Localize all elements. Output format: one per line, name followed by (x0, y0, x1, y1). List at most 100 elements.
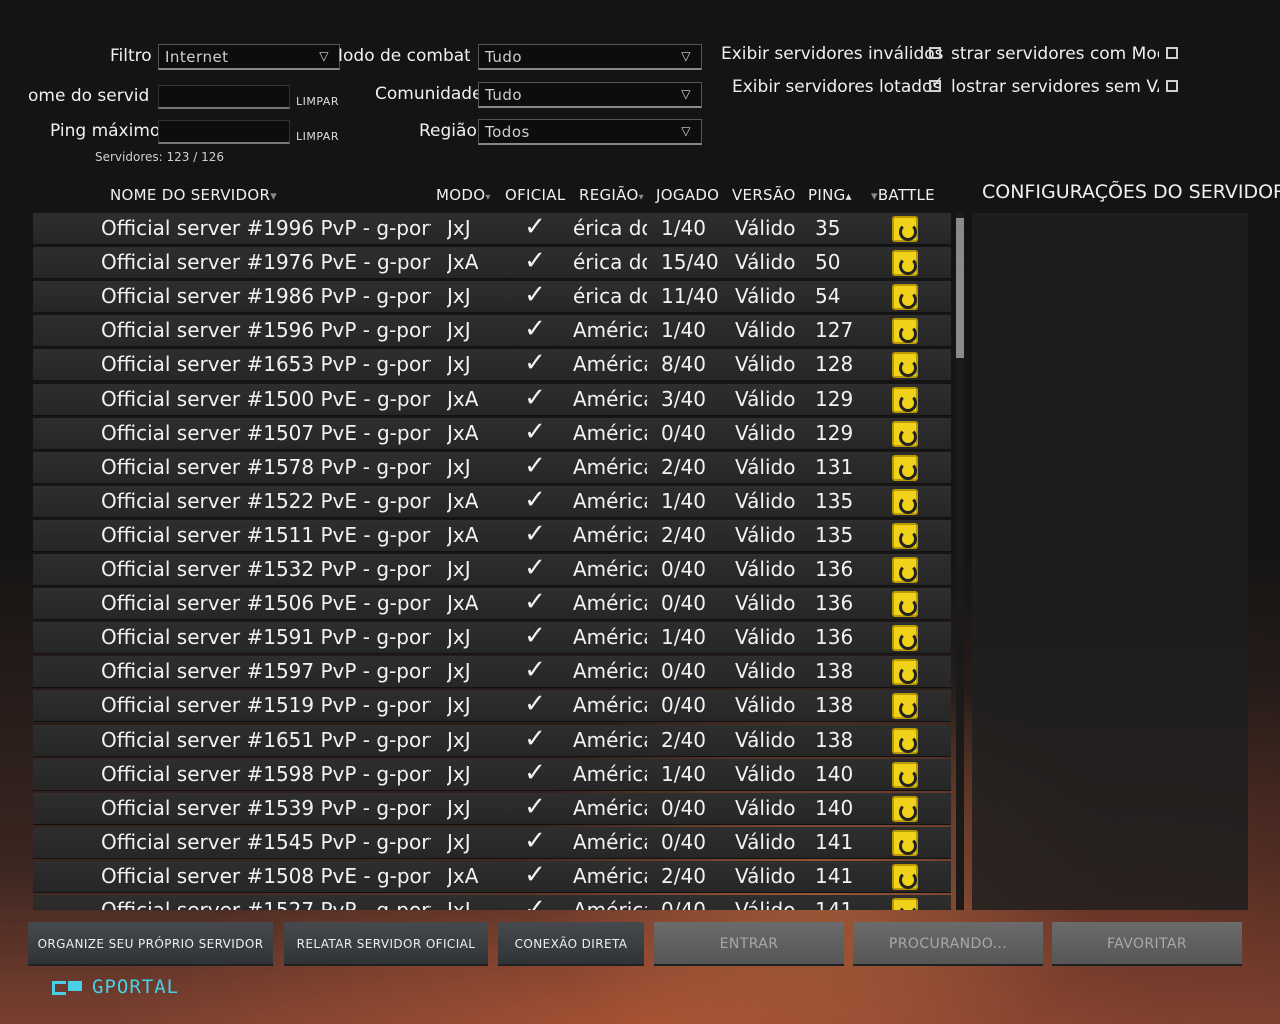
server-list[interactable]: Official server #1996 PvP - g-portal.us J… (33, 213, 963, 910)
battleye-icon (892, 863, 918, 890)
table-row[interactable]: Official server #1500 PvE - g-portal.us J… (33, 383, 951, 416)
server-name-cell: Official server #1996 PvP - g-portal.us (101, 216, 431, 240)
official-check-icon: ✓ (524, 348, 546, 379)
server-name-label: ome do servidor (28, 86, 150, 106)
table-row[interactable]: Official server #1511 PvE - g-portal.us J… (33, 519, 951, 552)
played-cell: 1/40 (661, 216, 706, 240)
mode-cell: JxJ (447, 557, 471, 581)
mode-cell: JxA (447, 488, 479, 513)
column-header-played[interactable]: JOGADO (656, 186, 719, 204)
column-header-battleye[interactable]: ▾BATTLE (871, 186, 943, 204)
max-ping-clear-button[interactable]: LIMPAR (296, 130, 339, 143)
server-name-cell: Official server #1522 PvE - g-portal.us (101, 488, 431, 513)
server-name-cell: Official server #1976 PvE - g-portal.us (101, 250, 431, 275)
column-header-ping[interactable]: PING▴ (808, 186, 852, 204)
version-cell: Válido (735, 420, 796, 445)
official-check-icon: ✓ (524, 689, 546, 720)
table-row[interactable]: Official server #1508 PvE - g-portal.us J… (33, 860, 951, 893)
region-cell: América (573, 795, 647, 820)
version-cell: Válido (735, 591, 796, 616)
server-name-input[interactable] (158, 85, 290, 109)
mode-cell: JxA (447, 250, 479, 275)
battleye-icon (892, 591, 918, 618)
table-row[interactable]: Official server #1519 PvP - g-portal.us J… (33, 689, 951, 723)
max-ping-label: Ping máximo (50, 121, 161, 141)
show-no-vac-checkbox[interactable] (1166, 80, 1178, 92)
version-cell: Válido (735, 659, 796, 684)
table-row[interactable]: Official server #1591 PvP - g-portal.us J… (33, 621, 951, 655)
table-row[interactable]: Official server #1976 PvE - g-portal.us J… (33, 246, 951, 280)
table-row[interactable]: Official server #1532 PvP - g-portal.us J… (33, 553, 951, 586)
battleye-icon (892, 693, 918, 720)
version-cell: Válido (735, 727, 796, 752)
version-cell: Válido (735, 386, 796, 411)
table-row[interactable]: Official server #1598 PvP - g-portal.us J… (33, 758, 951, 791)
join-button[interactable]: ENTRAR (654, 922, 844, 966)
region-cell: América (573, 522, 647, 547)
region-select[interactable]: Todos ▽ (478, 119, 702, 145)
table-row[interactable]: Official server #1539 PvP - g-portal.us J… (33, 792, 951, 825)
ping-cell: 138 (815, 693, 854, 718)
table-row[interactable]: Official server #1596 PvP - g-portal.us J… (33, 314, 951, 348)
official-check-icon: ✓ (524, 280, 546, 311)
table-row[interactable]: Official server #1507 PvE - g-portal.us J… (33, 417, 951, 450)
region-cell: América (573, 352, 647, 377)
region-label: Região (419, 121, 477, 141)
table-row[interactable]: Official server #1578 PvP - g-portal.us J… (33, 451, 951, 484)
direct-connect-button[interactable]: CONEXÃO DIRETA (498, 922, 644, 966)
favorite-button[interactable]: FAVORITAR (1052, 922, 1242, 966)
table-row[interactable]: Official server #1996 PvP - g-portal.us J… (33, 213, 951, 245)
table-row[interactable]: Official server #1597 PvP - g-portal.us J… (33, 655, 951, 689)
played-cell: 0/40 (661, 693, 706, 718)
server-name-clear-button[interactable]: LIMPAR (296, 95, 339, 108)
filter-select-value: Internet (165, 48, 229, 66)
ping-cell: 127 (815, 318, 854, 343)
table-row[interactable]: Official server #1545 PvP - g-portal.us J… (33, 825, 951, 859)
region-cell: América (573, 318, 647, 343)
version-cell: Válido (735, 557, 796, 581)
mode-cell: JxJ (447, 761, 471, 786)
server-name-cell: Official server #1986 PvP - g-portal.us (101, 284, 431, 309)
community-select[interactable]: Tudo ▽ (478, 82, 702, 108)
ping-cell: 141 (815, 863, 854, 888)
table-row[interactable]: Official server #1653 PvP - g-portal.us J… (33, 348, 951, 382)
ping-cell: 138 (815, 659, 854, 684)
region-cell: América (573, 488, 647, 513)
show-mods-checkbox[interactable] (1166, 47, 1178, 59)
chevron-down-icon: ▽ (681, 87, 691, 101)
combat-mode-label: Iodo de combate (338, 46, 470, 66)
show-full-checkbox[interactable]: ✓ (929, 75, 944, 92)
column-header-mode[interactable]: MODO▾ (436, 186, 491, 204)
table-row[interactable]: Official server #1651 PvP - g-portal.us J… (33, 724, 951, 757)
column-header-region[interactable]: REGIÃO▾ (579, 186, 644, 204)
chevron-down-icon: ▽ (681, 124, 691, 138)
host-server-button[interactable]: ORGANIZE SEU PRÓPRIO SERVIDOR (28, 922, 273, 966)
region-cell: América (573, 420, 647, 445)
filter-select[interactable]: Internet ▽ (158, 44, 340, 70)
table-row[interactable]: Official server #1506 PvE - g-portal.us J… (33, 587, 951, 621)
column-header-name[interactable]: NOME DO SERVIDOR▾ (110, 186, 277, 204)
mode-cell: JxA (447, 420, 479, 445)
played-cell: 1/40 (661, 318, 706, 343)
max-ping-input[interactable] (158, 120, 290, 144)
official-check-icon: ✓ (524, 825, 546, 856)
gportal-logo-mark (68, 981, 82, 991)
played-cell: 0/40 (661, 557, 706, 581)
combat-mode-select[interactable]: Tudo ▽ (478, 44, 702, 70)
column-header-official[interactable]: OFICIAL (505, 186, 565, 204)
official-check-icon: ✓ (524, 587, 546, 618)
played-cell: 0/40 (661, 795, 706, 820)
table-row[interactable]: Official server #1527 PvP - g-portal.us J… (33, 894, 951, 910)
table-row[interactable]: Official server #1986 PvP - g-portal.us J… (33, 280, 951, 314)
region-cell: érica do Sul (573, 250, 647, 275)
show-invalid-checkbox[interactable] (929, 47, 941, 59)
report-official-server-button[interactable]: RELATAR SERVIDOR OFICIAL (284, 922, 488, 966)
gportal-logo-icon (52, 981, 66, 995)
battleye-icon (892, 216, 918, 242)
table-row[interactable]: Official server #1522 PvE - g-portal.us J… (33, 485, 951, 518)
searching-button[interactable]: PROCURANDO... (853, 922, 1043, 966)
column-header-version[interactable]: VERSÃO (732, 186, 796, 204)
played-cell: 0/40 (661, 659, 706, 684)
server-name-cell: Official server #1532 PvP - g-portal.us (101, 557, 431, 581)
scrollbar-thumb[interactable] (956, 218, 964, 358)
